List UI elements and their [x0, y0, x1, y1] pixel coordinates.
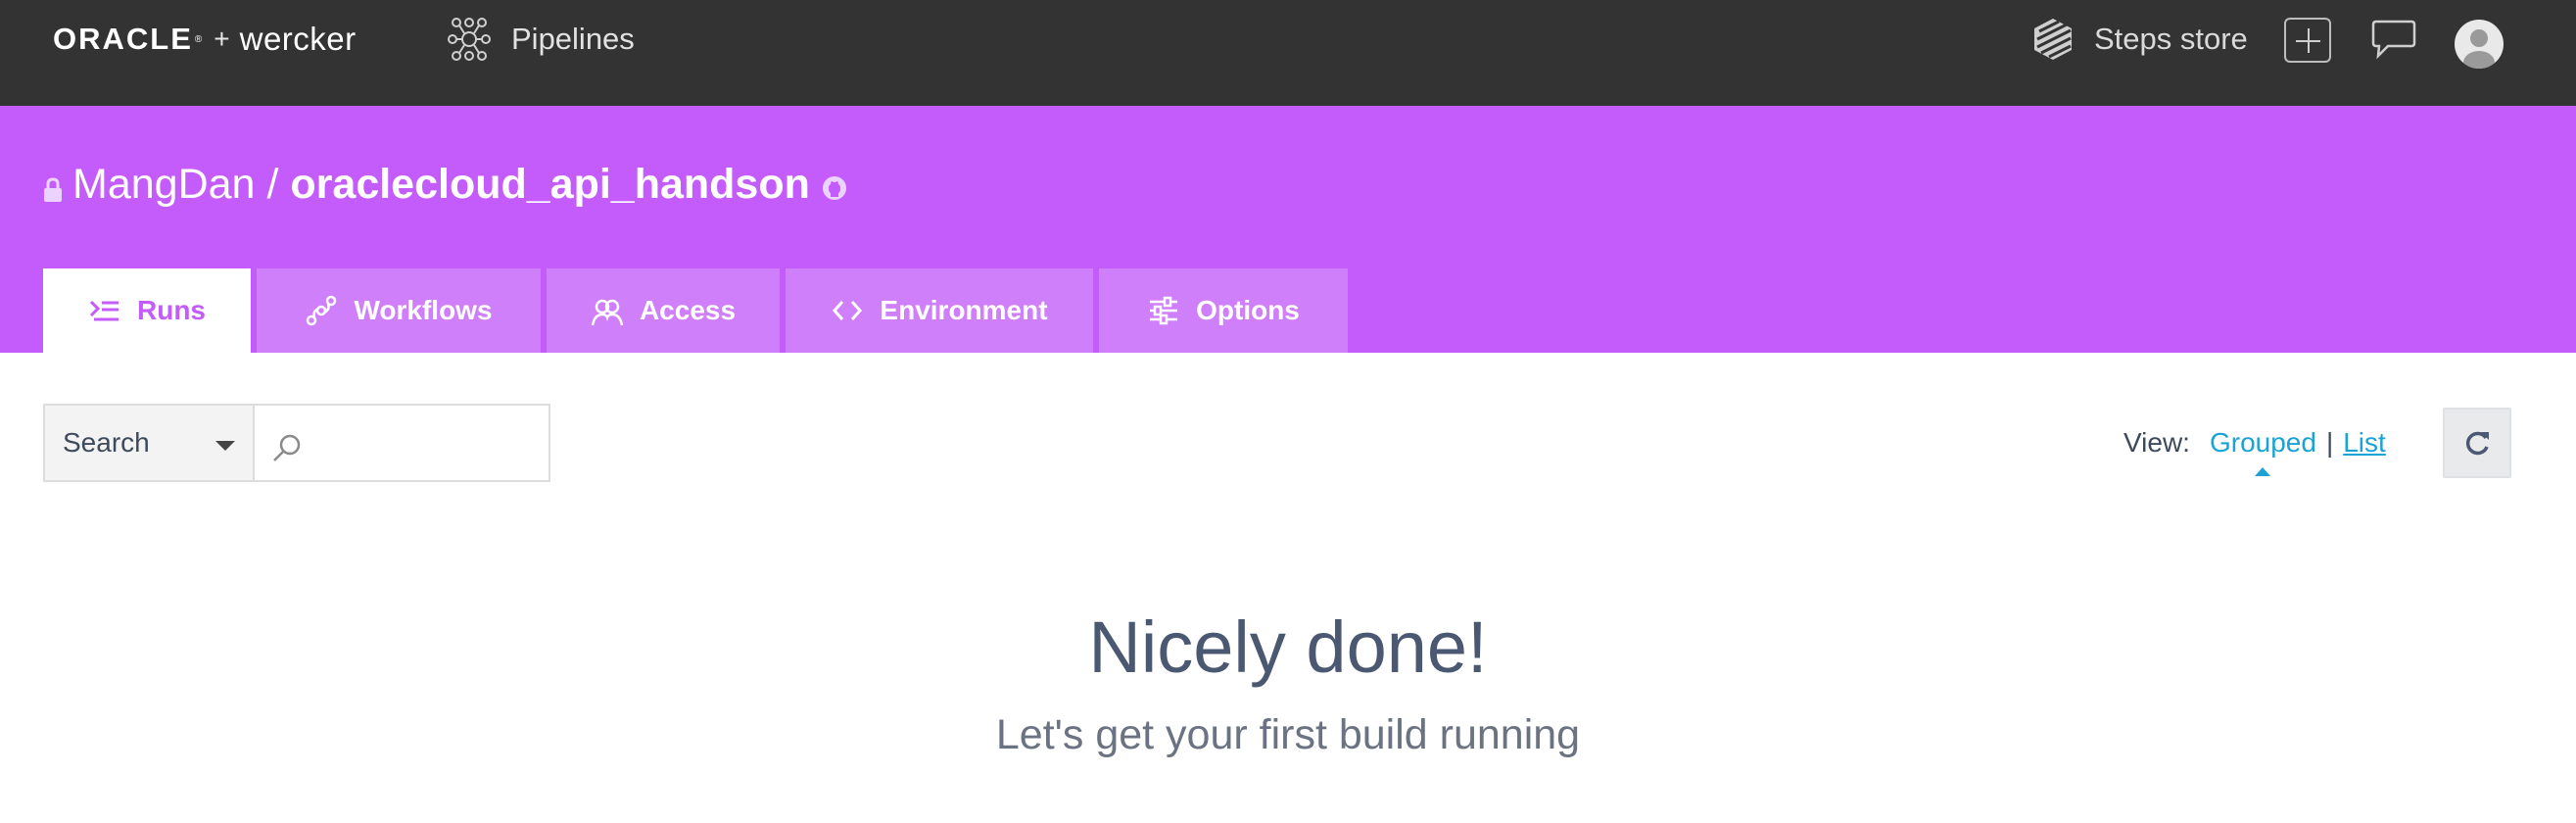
search-type-select[interactable]: Search [43, 404, 255, 482]
empty-state-title: Nicely done! [1088, 606, 1488, 688]
search-type-value: Search [63, 427, 150, 458]
nav-steps-store[interactable]: Steps store [2029, 14, 2248, 65]
view-separator: | [2325, 427, 2334, 458]
sliders-icon [1150, 296, 1178, 325]
github-icon[interactable] [822, 175, 847, 201]
avatar-icon [2463, 29, 2495, 69]
brand-trademark: ® [194, 33, 203, 45]
pipelines-icon [448, 18, 491, 61]
brand-logo[interactable]: ORACLE ® + wercker [53, 20, 357, 59]
steps-store-label: Steps store [2094, 22, 2248, 56]
tab-environment-label: Environment [880, 295, 1048, 325]
tab-access[interactable]: Access [547, 268, 780, 353]
title-separator: / [266, 160, 279, 208]
runs-icon [89, 300, 119, 321]
project-owner-link[interactable]: MangDan [72, 161, 255, 209]
tab-workflows-label: Workflows [354, 295, 493, 325]
chat-bubble-icon [2371, 20, 2416, 60]
lock-icon [44, 177, 62, 202]
refresh-icon [2465, 431, 2489, 456]
add-button[interactable] [2284, 18, 2331, 63]
workflows-icon [307, 295, 337, 326]
access-icon [591, 299, 624, 326]
empty-state-subtitle: Let's get your first build running [995, 711, 1581, 758]
chevron-down-icon [215, 441, 235, 451]
view-label: View: [2123, 427, 2190, 458]
brand-oracle-text: ORACLE [53, 22, 193, 56]
chat-button[interactable] [2368, 16, 2417, 63]
user-avatar[interactable] [2455, 20, 2504, 69]
search-icon [273, 434, 301, 461]
search-input-wrapper [255, 404, 550, 482]
tab-workflows[interactable]: Workflows [257, 268, 541, 353]
nav-pipelines[interactable]: Pipelines [447, 14, 635, 65]
view-switch: View: Grouped | List [2123, 423, 2386, 476]
steps-store-icon [2034, 19, 2072, 60]
top-navbar: ORACLE ® + wercker Pipelines Steps store [0, 0, 2576, 106]
project-repo-name[interactable]: oraclecloud_api_handson [290, 161, 809, 209]
brand-plus: + [214, 24, 230, 54]
tab-access-label: Access [639, 295, 737, 325]
code-brackets-icon [833, 301, 863, 320]
tab-runs-label: Runs [137, 295, 206, 325]
brand-wercker-text: wercker [239, 21, 357, 57]
tab-options-label: Options [1196, 295, 1300, 325]
view-list-link[interactable]: List [2343, 427, 2386, 459]
search-group: Search [43, 404, 550, 482]
tab-environment[interactable]: Environment [786, 268, 1093, 353]
view-grouped-link[interactable]: Grouped [2210, 427, 2316, 476]
tab-runs[interactable]: Runs [43, 268, 251, 353]
nav-pipelines-label: Pipelines [511, 22, 635, 56]
refresh-button[interactable] [2443, 408, 2511, 478]
search-input[interactable] [310, 415, 535, 470]
project-tabs: Runs Workflows Access Environment Option… [43, 268, 1354, 353]
project-header: MangDan / oraclecloud_api_handson Runs W… [0, 106, 2576, 353]
tab-options[interactable]: Options [1099, 268, 1348, 353]
project-title: MangDan / oraclecloud_api_handson [43, 155, 847, 214]
